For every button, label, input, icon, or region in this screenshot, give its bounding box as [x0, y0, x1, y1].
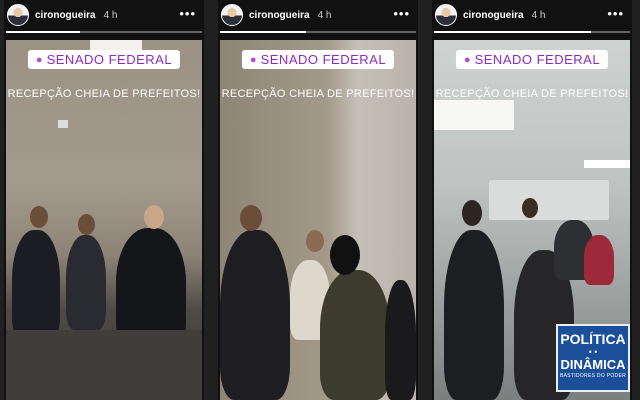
location-sticker[interactable]: ● SENADO FEDERAL [241, 50, 395, 69]
watermark-line3: BASTIDORES DO PODER [560, 373, 626, 379]
story-caption: RECEPÇÃO CHEIA DE PREFEITOS! [435, 88, 629, 100]
story-header: cironogueira 4 h ••• [432, 0, 632, 30]
location-label: SENADO FEDERAL [46, 52, 173, 67]
story-progress-bar [6, 31, 202, 33]
username[interactable]: cironogueira [463, 10, 524, 21]
location-pin-icon: ● [35, 53, 43, 66]
story-header: cironogueira 4 h ••• [4, 0, 204, 30]
location-pin-icon: ● [249, 53, 257, 66]
location-label: SENADO FEDERAL [474, 52, 601, 67]
story-panel-2[interactable]: cironogueira 4 h ••• ● SENADO FEDERAL RE… [218, 0, 418, 400]
avatar-icon[interactable] [7, 4, 29, 26]
watermark-logo: POLÍTICA • • DINÂMICA BASTIDORES DO PODE… [556, 324, 630, 392]
username[interactable]: cironogueira [35, 10, 96, 21]
story-progress-bar [220, 31, 416, 33]
more-options-icon[interactable]: ••• [393, 6, 410, 21]
story-caption: RECEPÇÃO CHEIA DE PREFEITOS! [221, 88, 415, 100]
post-time: 4 h [531, 9, 546, 21]
avatar-icon[interactable] [221, 4, 243, 26]
more-options-icon[interactable]: ••• [179, 6, 196, 21]
more-options-icon[interactable]: ••• [607, 6, 624, 21]
location-sticker[interactable]: ● SENADO FEDERAL [27, 50, 181, 69]
avatar-icon[interactable] [435, 4, 457, 26]
story-caption: RECEPÇÃO CHEIA DE PREFEITOS! [7, 88, 201, 100]
post-time: 4 h [103, 9, 118, 21]
post-time: 4 h [317, 9, 332, 21]
watermark-dots: • • [588, 347, 598, 357]
story-panel-1[interactable]: cironogueira 4 h ••• ● SENADO FEDERAL RE… [4, 0, 204, 400]
location-pin-icon: ● [463, 53, 471, 66]
story-progress-bar [434, 31, 630, 33]
watermark-line2: DINÂMICA [560, 357, 626, 372]
watermark-line1: POLÍTICA [560, 331, 626, 347]
location-sticker[interactable]: ● SENADO FEDERAL [455, 50, 609, 69]
username[interactable]: cironogueira [249, 10, 310, 21]
story-header: cironogueira 4 h ••• [218, 0, 418, 30]
location-label: SENADO FEDERAL [260, 52, 387, 67]
